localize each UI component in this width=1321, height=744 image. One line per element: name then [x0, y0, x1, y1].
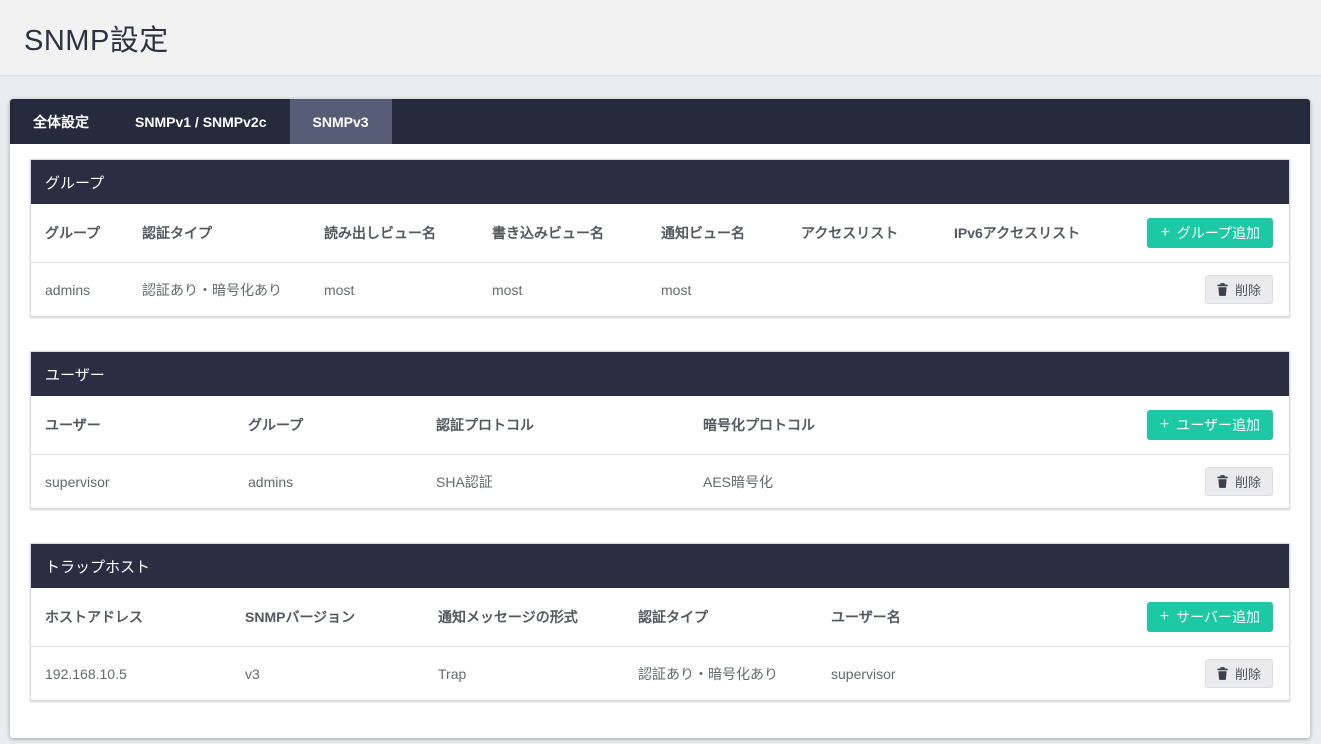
- delete-user-button[interactable]: 削除: [1205, 467, 1273, 496]
- user-col-priv-protocol: 暗号化プロトコル: [703, 415, 1147, 435]
- user-table-row: supervisor admins SHA認証 AES暗号化 削除: [31, 454, 1289, 508]
- trap-table-row: 192.168.10.5 v3 Trap 認証あり・暗号化あり supervis…: [31, 646, 1289, 700]
- user-cell-auth-protocol: SHA認証: [436, 472, 703, 492]
- trap-col-host-address: ホストアドレス: [45, 607, 245, 627]
- page-title: SNMP設定: [24, 17, 169, 59]
- trash-icon: [1217, 283, 1228, 296]
- add-group-button-label: グループ追加: [1177, 223, 1260, 243]
- group-cell-auth-type: 認証あり・暗号化あり: [142, 280, 324, 300]
- add-group-button[interactable]: + グループ追加: [1147, 218, 1273, 248]
- add-user-button-label: ユーザー追加: [1176, 415, 1260, 435]
- trap-cell-snmp-version: v3: [245, 666, 438, 682]
- group-cell-write-view: most: [492, 282, 661, 298]
- trap-table-header-row: ホストアドレス SNMPバージョン 通知メッセージの形式 認証タイプ ユーザー名…: [31, 588, 1289, 646]
- trap-cell-auth-type: 認証あり・暗号化あり: [638, 664, 831, 684]
- user-col-group: グループ: [248, 415, 436, 435]
- delete-server-button-label: 削除: [1235, 664, 1261, 683]
- group-cell-group: admins: [45, 282, 142, 298]
- add-server-button-label: サーバー追加: [1176, 607, 1260, 627]
- page-header: SNMP設定: [0, 0, 1321, 76]
- add-server-button[interactable]: + サーバー追加: [1147, 602, 1273, 632]
- tab-snmpv1-v2c[interactable]: SNMPv1 / SNMPv2c: [112, 99, 290, 144]
- trap-host-panel-title: トラップホスト: [31, 544, 1289, 588]
- group-col-ipv6-access-list: IPv6アクセスリスト: [954, 223, 1147, 243]
- trap-col-user-name: ユーザー名: [831, 607, 1147, 627]
- trash-icon: [1217, 475, 1228, 488]
- user-panel-title: ユーザー: [31, 352, 1289, 396]
- group-col-write-view: 書き込みビュー名: [492, 223, 661, 243]
- delete-server-button[interactable]: 削除: [1205, 659, 1273, 688]
- plus-icon: +: [1160, 417, 1169, 433]
- tab-bar: 全体設定 SNMPv1 / SNMPv2c SNMPv3: [10, 99, 1310, 144]
- group-col-group: グループ: [45, 223, 142, 243]
- delete-user-button-label: 削除: [1235, 472, 1261, 491]
- group-col-notify-view: 通知ビュー名: [661, 223, 801, 243]
- delete-group-button[interactable]: 削除: [1205, 275, 1273, 304]
- user-table-header-row: ユーザー グループ 認証プロトコル 暗号化プロトコル + ユーザー追加: [31, 396, 1289, 454]
- snmp-settings-card: 全体設定 SNMPv1 / SNMPv2c SNMPv3 グループ グループ 認…: [10, 99, 1310, 738]
- trap-host-panel: トラップホスト ホストアドレス SNMPバージョン 通知メッセージの形式 認証タ…: [30, 543, 1290, 701]
- add-user-button[interactable]: + ユーザー追加: [1147, 410, 1273, 440]
- group-cell-notify-view: most: [661, 282, 801, 298]
- tab-general[interactable]: 全体設定: [10, 99, 112, 144]
- group-col-auth-type: 認証タイプ: [142, 223, 324, 243]
- group-col-read-view: 読み出しビュー名: [324, 223, 492, 243]
- group-table-row: admins 認証あり・暗号化あり most most most 削除: [31, 262, 1289, 316]
- group-col-access-list: アクセスリスト: [801, 223, 954, 243]
- trap-col-snmp-version: SNMPバージョン: [245, 607, 438, 627]
- plus-icon: +: [1160, 225, 1169, 241]
- group-cell-read-view: most: [324, 282, 492, 298]
- trap-col-message-format: 通知メッセージの形式: [438, 607, 638, 627]
- user-cell-user: supervisor: [45, 474, 248, 490]
- user-panel: ユーザー ユーザー グループ 認証プロトコル 暗号化プロトコル + ユーザー追加…: [30, 351, 1290, 509]
- delete-group-button-label: 削除: [1235, 280, 1261, 299]
- trap-cell-user-name: supervisor: [831, 666, 1205, 682]
- group-panel: グループ グループ 認証タイプ 読み出しビュー名 書き込みビュー名 通知ビュー名…: [30, 159, 1290, 317]
- plus-icon: +: [1160, 609, 1169, 625]
- user-col-auth-protocol: 認証プロトコル: [436, 415, 703, 435]
- card-body: グループ グループ 認証タイプ 読み出しビュー名 書き込みビュー名 通知ビュー名…: [10, 144, 1310, 738]
- group-panel-title: グループ: [31, 160, 1289, 204]
- trap-col-auth-type: 認証タイプ: [638, 607, 831, 627]
- user-col-user: ユーザー: [45, 415, 248, 435]
- trap-cell-host-address: 192.168.10.5: [45, 666, 245, 682]
- trap-cell-message-format: Trap: [438, 666, 638, 682]
- group-table-header-row: グループ 認証タイプ 読み出しビュー名 書き込みビュー名 通知ビュー名 アクセス…: [31, 204, 1289, 262]
- trash-icon: [1217, 667, 1228, 680]
- user-cell-group: admins: [248, 474, 436, 490]
- tab-snmpv3[interactable]: SNMPv3: [290, 99, 392, 144]
- user-cell-priv-protocol: AES暗号化: [703, 472, 1205, 492]
